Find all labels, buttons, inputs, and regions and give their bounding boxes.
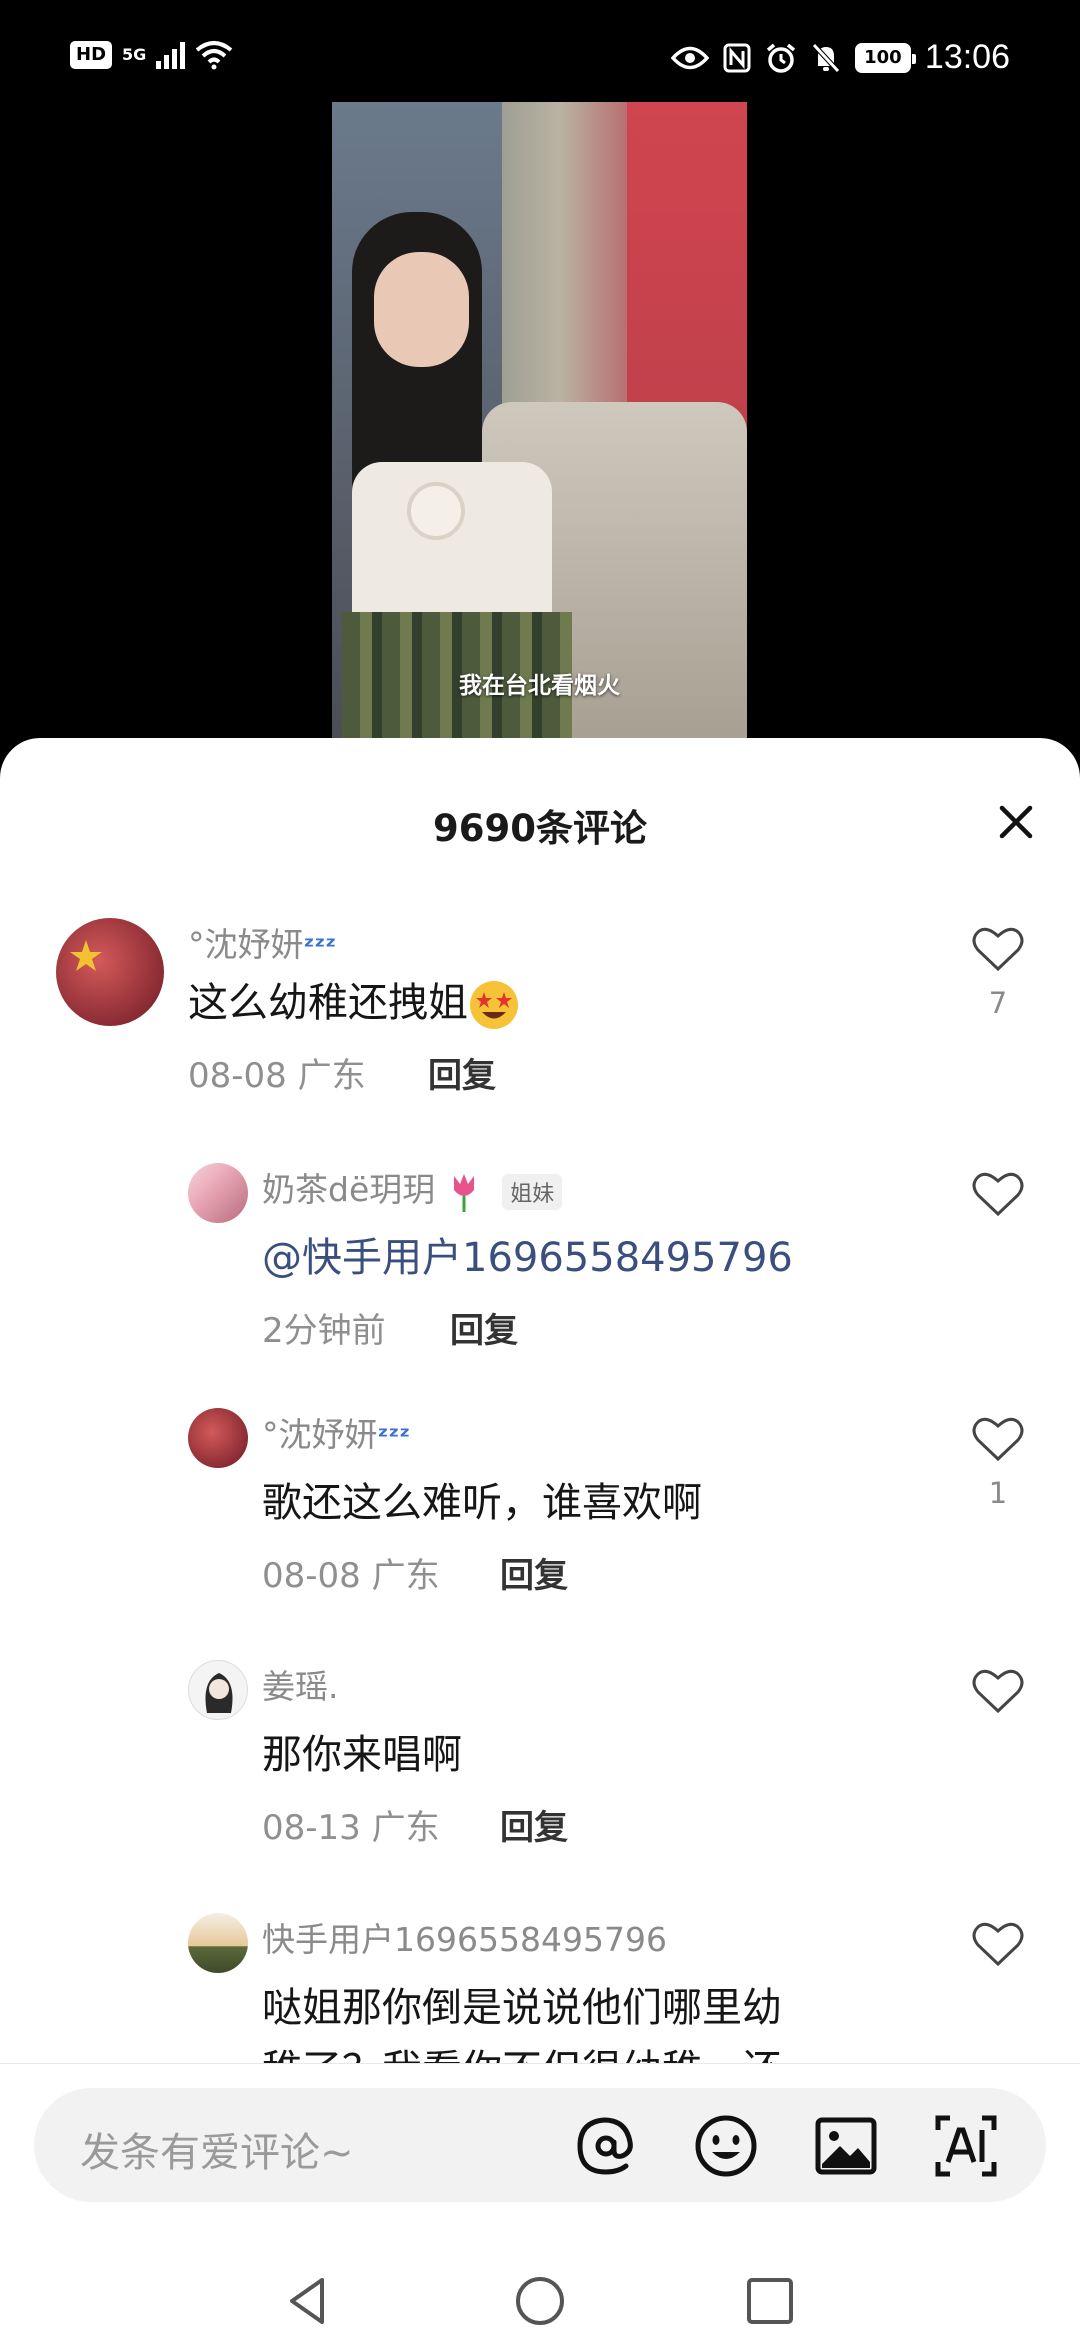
like-button[interactable] — [970, 1171, 1026, 1221]
status-left: HD 5G — [70, 40, 233, 70]
comment-text: 哒姐那你倒是说说他们哪里幼 — [262, 1985, 782, 2031]
heart-icon — [972, 1417, 1024, 1462]
avatar[interactable] — [56, 918, 164, 1026]
like-button[interactable]: 1 — [970, 1416, 1026, 1510]
reply-button[interactable]: 回复 — [450, 1303, 518, 1352]
comment-location: 广东 — [371, 1556, 440, 1596]
comment-input-placeholder: 发条有爱评论~ — [80, 2130, 354, 2176]
alarm-icon — [766, 43, 796, 73]
status-right: 100 13:06 — [670, 38, 1010, 77]
heart-icon — [972, 1922, 1024, 1967]
relation-tag: 姐妹 — [502, 1173, 563, 1210]
avatar[interactable] — [188, 1913, 248, 1973]
back-nav-icon[interactable] — [282, 2274, 336, 2328]
hd-icon: HD — [70, 41, 113, 69]
avatar[interactable] — [188, 1660, 248, 1720]
clock: 13:06 — [924, 38, 1010, 76]
video-player[interactable]: 我在台北看烟火 — [332, 102, 747, 742]
username-text: °沈妤妍 — [262, 1415, 378, 1454]
comment-location: 广东 — [371, 1808, 440, 1848]
status-bar: HD 5G 100 13:06 — [0, 0, 1080, 110]
comment-meta: 08-08 广东 — [188, 1048, 366, 1097]
video-caption: 我在台北看烟火 — [459, 673, 620, 699]
comment-text-content: 这么幼稚还拽姐 — [188, 980, 468, 1026]
comment-meta: 2分钟前 — [262, 1303, 386, 1352]
heart-icon — [972, 1669, 1024, 1714]
like-count: 1 — [988, 1476, 1008, 1510]
nfc-icon — [723, 43, 751, 72]
wifi-icon — [196, 41, 233, 70]
username-text: °沈妤妍 — [188, 925, 304, 964]
comment-date: 08-13 — [262, 1808, 361, 1848]
tulip-icon — [453, 1173, 474, 1212]
heart-icon — [972, 1172, 1024, 1217]
reply-button[interactable]: 回复 — [500, 1800, 568, 1849]
comment-input[interactable]: 发条有爱评论~ — [34, 2088, 1046, 2202]
mute-bell-icon — [812, 42, 840, 73]
comment-meta: 08-08 广东 — [262, 1548, 440, 1597]
flag-star-icon — [70, 940, 102, 971]
like-button[interactable] — [970, 1668, 1026, 1718]
avatar-drawing — [205, 1673, 233, 1713]
image-icon[interactable] — [812, 2112, 880, 2180]
battery-icon: 100 — [854, 42, 916, 73]
ai-icon[interactable] — [932, 2112, 1000, 2180]
zzz-icon: ᶻᶻᶻ — [303, 931, 337, 962]
comment-text: 这么幼稚还拽姐 — [188, 970, 520, 1031]
comment-text: 那你来唱啊 — [262, 1732, 462, 1778]
reply-button[interactable]: 回复 — [500, 1548, 568, 1597]
system-nav-bar — [0, 2274, 1080, 2341]
username-text: 奶茶dë玥玥 — [262, 1170, 436, 1209]
comment-username[interactable]: °沈妤妍ᶻᶻᶻ — [188, 918, 336, 966]
close-icon[interactable] — [992, 798, 1040, 846]
comment-date: 08-08 — [262, 1556, 361, 1596]
comment-text: 歌还这么难听，谁喜欢啊 — [262, 1480, 702, 1526]
like-button[interactable] — [970, 1921, 1026, 1971]
avatar[interactable] — [188, 1163, 248, 1223]
comment-composer-bar: 发条有爱评论~ — [0, 2063, 1080, 2341]
like-count: 7 — [988, 986, 1008, 1020]
reply-button[interactable]: 回复 — [428, 1048, 496, 1097]
network-type: 5G — [122, 45, 147, 64]
heart-icon — [972, 927, 1024, 972]
emoji-icon[interactable] — [692, 2112, 760, 2180]
comment-count-title: 9690条评论 — [433, 807, 647, 850]
mention-icon[interactable] — [572, 2112, 640, 2180]
video-person — [342, 212, 572, 742]
comment-username[interactable]: 快手用户1696558495796 — [262, 1913, 667, 1961]
comment-date: 2分钟前 — [262, 1311, 386, 1351]
zzz-icon: ᶻᶻᶻ — [377, 1421, 411, 1452]
person-face — [374, 252, 469, 367]
avatar[interactable] — [188, 1408, 248, 1468]
signal-icon — [156, 41, 186, 69]
comment-location: 广东 — [297, 1056, 366, 1096]
comment-date: 08-08 — [188, 1056, 287, 1096]
home-nav-icon[interactable] — [513, 2274, 567, 2328]
recents-nav-icon[interactable] — [743, 2274, 797, 2328]
comment-username[interactable]: 奶茶dë玥玥 姐妹 — [262, 1163, 563, 1212]
star-struck-emoji-icon — [470, 981, 518, 1029]
like-button[interactable]: 7 — [970, 926, 1026, 1020]
comment-username[interactable]: °沈妤妍ᶻᶻᶻ — [262, 1408, 410, 1456]
handheld-fan — [407, 482, 465, 540]
comment-username[interactable]: 姜瑶. — [262, 1660, 339, 1708]
eye-icon — [670, 46, 709, 69]
comment-meta: 08-13 广东 — [262, 1800, 440, 1849]
comment-text[interactable]: @快手用户1696558495796 — [262, 1225, 793, 1283]
